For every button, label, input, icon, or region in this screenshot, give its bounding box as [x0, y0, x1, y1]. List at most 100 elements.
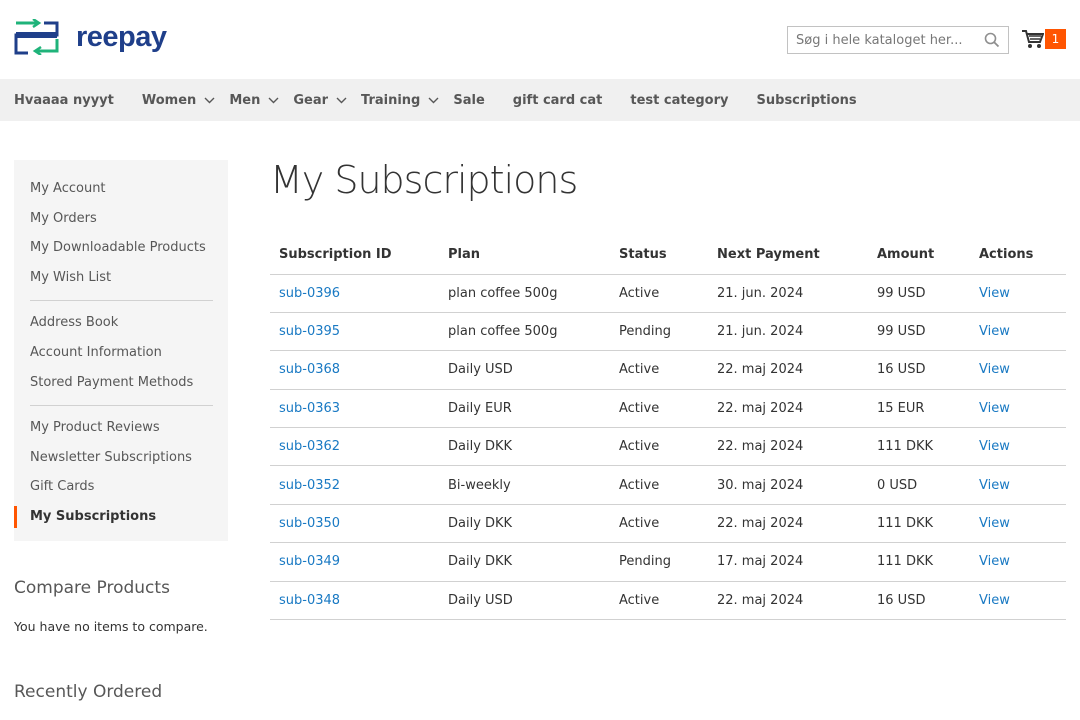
sidebar-item-newsletter-subscriptions[interactable]: Newsletter Subscriptions: [14, 443, 228, 473]
sidebar-item-my-downloadable-products[interactable]: My Downloadable Products: [14, 233, 228, 263]
table-cell: Bi-weekly: [439, 465, 610, 505]
table-cell: Pending: [610, 542, 708, 582]
search-input[interactable]: [788, 27, 978, 53]
table-cell: Active: [610, 389, 708, 429]
table-cell: View: [970, 274, 1066, 313]
sidebar-item-stored-payment-methods[interactable]: Stored Payment Methods: [14, 368, 228, 398]
status-cell: Active: [619, 439, 660, 455]
status-cell: Active: [619, 400, 660, 416]
subscription-id-link[interactable]: sub-0350: [279, 516, 340, 531]
table-cell: sub-0396: [270, 274, 439, 313]
table-cell: sub-0352: [270, 465, 439, 505]
view-link[interactable]: View: [979, 593, 1010, 608]
nav-item-subscriptions[interactable]: Subscriptions: [757, 93, 857, 108]
sidebar-item-my-wish-list[interactable]: My Wish List: [14, 263, 228, 293]
nav-item-label: Men: [229, 92, 261, 108]
chevron-down-icon: [204, 97, 215, 103]
table-cell: Active: [610, 350, 708, 390]
column-header-next-payment: Next Payment: [708, 236, 868, 275]
next-payment-cell: 21. jun. 2024: [717, 324, 804, 340]
amount-cell: 111 DKK: [877, 439, 934, 455]
subscription-id-link[interactable]: sub-0396: [279, 286, 340, 301]
view-link[interactable]: View: [979, 439, 1010, 454]
table-cell: Active: [610, 465, 708, 505]
amount-cell: 111 DKK: [877, 554, 934, 570]
nav-item-gear[interactable]: Gear: [293, 93, 347, 108]
subscription-id-link[interactable]: sub-0368: [279, 362, 340, 377]
nav-item-label: Sale: [453, 92, 485, 108]
view-link[interactable]: View: [979, 516, 1010, 531]
nav-item-test-category[interactable]: test category: [630, 93, 728, 108]
sidebar-item-gift-cards[interactable]: Gift Cards: [14, 472, 228, 502]
sidebar-item-my-product-reviews[interactable]: My Product Reviews: [14, 413, 228, 443]
sidebar-item-account-information[interactable]: Account Information: [14, 338, 228, 368]
table-row: sub-0363 Daily EUR Active 22. maj 2024 15 EU…: [270, 389, 1066, 429]
nav-item-gift-card-cat[interactable]: gift card cat: [513, 93, 603, 108]
view-link[interactable]: View: [979, 286, 1010, 301]
table-cell: 99 USD: [868, 312, 970, 352]
subscription-id-link[interactable]: sub-0352: [279, 478, 340, 493]
column-header-amount: Amount: [868, 236, 970, 275]
view-link[interactable]: View: [979, 478, 1010, 493]
site-header: reepay 1: [0, 0, 1080, 78]
search-box[interactable]: [787, 26, 1009, 54]
table-cell: plan coffee 500g: [439, 274, 610, 313]
nav-item-label: Gear: [293, 92, 328, 108]
plan-cell: Daily DKK: [448, 516, 513, 532]
subscription-id-link[interactable]: sub-0363: [279, 401, 340, 416]
table-cell: sub-0363: [270, 389, 439, 429]
nav-item-sale[interactable]: Sale: [453, 93, 484, 108]
sidebar-divider: [30, 405, 213, 407]
nav-item-hvaaaa-nyyyt[interactable]: Hvaaaa nyyyt: [14, 93, 114, 108]
table-cell: View: [970, 542, 1066, 582]
table-cell: View: [970, 465, 1066, 505]
column-header-subscription-id: Subscription ID: [270, 236, 439, 275]
nav-item-women[interactable]: Women: [142, 93, 215, 108]
subscription-id-link[interactable]: sub-0395: [279, 324, 340, 339]
view-link[interactable]: View: [979, 401, 1010, 416]
page-title: My Subscriptions: [270, 158, 578, 202]
cart-count-badge[interactable]: 1: [1045, 29, 1066, 49]
subscription-id-link[interactable]: sub-0349: [279, 554, 340, 569]
table-cell: Daily USD: [439, 350, 610, 390]
table-cell: Active: [610, 274, 708, 313]
subscription-id-link[interactable]: sub-0362: [279, 439, 340, 454]
table-cell: 22. maj 2024: [708, 350, 868, 390]
amount-cell: 16 USD: [877, 592, 926, 608]
cart-icon[interactable]: [1022, 29, 1044, 49]
next-payment-cell: 30. maj 2024: [717, 477, 804, 493]
table-cell: Daily DKK: [439, 542, 610, 582]
search-icon[interactable]: [984, 32, 1000, 48]
sidebar-item-my-subscriptions: My Subscriptions: [14, 502, 228, 532]
status-cell: Pending: [619, 324, 671, 340]
view-link[interactable]: View: [979, 362, 1010, 377]
table-row: sub-0362 Daily DKK Active 22. maj 2024 111 D…: [270, 427, 1066, 467]
amount-cell: 99 USD: [877, 324, 926, 340]
view-link[interactable]: View: [979, 554, 1010, 569]
column-header-status: Status: [610, 236, 708, 275]
next-payment-cell: 21. jun. 2024: [717, 285, 804, 301]
subscription-id-link[interactable]: sub-0348: [279, 593, 340, 608]
status-cell: Active: [619, 285, 660, 301]
plan-cell: Daily DKK: [448, 439, 513, 455]
table-cell: View: [970, 389, 1066, 429]
table-cell: Active: [610, 504, 708, 544]
nav-item-training[interactable]: Training: [361, 93, 439, 108]
table-row: sub-0348 Daily USD Active 22. maj 2024 16 US…: [270, 581, 1066, 621]
table-cell: sub-0368: [270, 350, 439, 390]
table-cell: Daily USD: [439, 581, 610, 621]
table-cell: plan coffee 500g: [439, 312, 610, 352]
table-row: sub-0350 Daily DKK Active 22. maj 2024 111 D…: [270, 504, 1066, 544]
plan-cell: Daily EUR: [448, 400, 512, 416]
nav-item-label: Hvaaaa nyyyt: [14, 92, 114, 108]
table-cell: 22. maj 2024: [708, 427, 868, 467]
sidebar-item-my-account[interactable]: My Account: [14, 174, 228, 204]
sidebar-item-address-book[interactable]: Address Book: [14, 308, 228, 338]
amount-cell: 15 EUR: [877, 400, 925, 416]
logo[interactable]: reepay: [14, 19, 167, 55]
column-header-plan: Plan: [439, 236, 610, 275]
table-cell: 15 EUR: [868, 389, 970, 429]
nav-item-men[interactable]: Men: [229, 93, 279, 108]
view-link[interactable]: View: [979, 324, 1010, 339]
sidebar-item-my-orders[interactable]: My Orders: [14, 204, 228, 234]
